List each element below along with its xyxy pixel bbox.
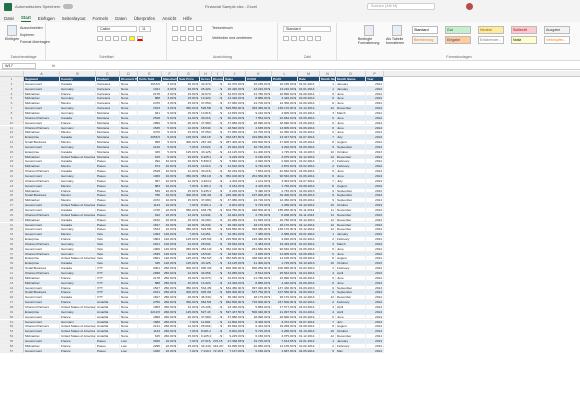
border-icon[interactable] <box>121 36 127 41</box>
number-group-label: Zahl <box>304 55 311 59</box>
table-cell[interactable]: France <box>60 348 96 354</box>
user-avatar[interactable] <box>466 3 473 10</box>
underline-icon[interactable] <box>113 36 119 41</box>
table-cell[interactable]: 72,10 $ <box>212 348 224 354</box>
table-cell[interactable]: 7,00 $ <box>178 348 200 354</box>
decrease-decimal-icon[interactable] <box>315 36 321 41</box>
alignment-buttons-top <box>172 26 202 31</box>
clipboard-group-label: Zwischenablage <box>10 55 37 59</box>
row-number[interactable]: 57 <box>0 348 24 354</box>
function-icon[interactable]: fx <box>52 63 55 68</box>
tab-start[interactable]: Start <box>21 15 31 22</box>
table-cell[interactable]: Government <box>24 348 60 354</box>
orientation-icon[interactable] <box>196 26 202 31</box>
number-buttons <box>283 36 321 41</box>
align-left-icon[interactable] <box>172 36 178 41</box>
number-group: Standard Zahl <box>279 23 337 60</box>
indent-icon[interactable] <box>196 36 202 41</box>
format-as-table-button[interactable]: Als Tabelle formatieren <box>386 25 408 45</box>
align-bottom-icon[interactable] <box>188 26 194 31</box>
copy-button[interactable]: Kopieren <box>20 33 34 37</box>
font-group: Calibri 11 Schriftart <box>47 23 167 60</box>
worksheet-grid: 1SegmentCountryProductDiscount BandUnits… <box>0 77 580 409</box>
table-cell[interactable]: 2014 <box>366 348 384 354</box>
title-bar: Automatisches Speichern Financial Sample… <box>0 0 580 13</box>
conditional-format-icon <box>364 25 374 36</box>
search-input[interactable]: Suchen (Alt+M) <box>367 3 435 10</box>
cell-style-9[interactable]: Verknüpfte... <box>544 36 570 44</box>
format-as-table-label: Als Tabelle formatieren <box>386 37 405 45</box>
table-cell[interactable]: 7.210,00 $ <box>200 348 212 354</box>
alignment-buttons-bottom <box>172 36 202 41</box>
table-cell[interactable]: 10,00 $ <box>162 348 178 354</box>
bold-icon[interactable] <box>97 36 103 41</box>
ribbon-tabs: Datei Start Einfügen Seitenlayout Formeln Dat… <box>0 13 580 22</box>
window-title: Financial Sample.xlsx - Excel <box>205 4 258 9</box>
align-right-icon[interactable] <box>188 36 194 41</box>
percent-icon[interactable] <box>291 36 297 41</box>
wrap-text-button[interactable]: Textumbruch <box>212 26 233 30</box>
table-row: 57 Government France Paseo Low 1030 10,00 $7,0… <box>0 348 580 354</box>
cell-style-0[interactable]: Standard <box>412 26 438 34</box>
autosave-toggle[interactable] <box>63 4 74 9</box>
table-cell[interactable]: 5 <box>320 348 336 354</box>
alignment-group: Textumbruch Verbinden und zentrieren Aus… <box>168 23 278 60</box>
styles-group-label: Formatvorlagen <box>446 55 472 59</box>
paste-button[interactable]: Einfügen <box>5 25 19 41</box>
font-name-select[interactable]: Calibri <box>97 26 137 32</box>
font-color-icon[interactable] <box>137 36 143 41</box>
conditional-format-label: Bedingte Formatierung <box>358 37 380 45</box>
styles-group: Bedingte Formatierung Als Tabelle format… <box>338 23 580 60</box>
quick-access: Automatisches Speichern <box>0 2 170 11</box>
cell-style-8[interactable]: Notiz <box>511 36 537 44</box>
table-cell[interactable]: Paseo <box>96 348 120 354</box>
table-cell[interactable]: 5.150,00 $ <box>246 348 272 354</box>
cell-style-1[interactable]: Gut <box>445 26 471 34</box>
thousands-icon[interactable] <box>299 36 305 41</box>
table-cell[interactable]: 7.137,90 $ <box>224 348 246 354</box>
clipboard-icon <box>7 25 18 36</box>
formula-bar: W17 fx <box>0 62 580 70</box>
format-painter-button[interactable]: Format übertragen <box>20 40 50 44</box>
cut-button[interactable]: Ausschneiden <box>20 26 43 30</box>
cell-style-4[interactable]: Ausgabe <box>544 26 570 34</box>
font-format-buttons <box>97 36 143 41</box>
fill-color-icon[interactable] <box>129 36 135 41</box>
table-icon <box>392 25 402 36</box>
number-format-select[interactable]: Standard <box>283 26 331 32</box>
increase-decimal-icon[interactable] <box>307 36 313 41</box>
paste-label: Einfügen <box>5 37 20 41</box>
name-box[interactable]: W17 <box>2 63 36 69</box>
cell-style-3[interactable]: Schlecht <box>511 26 537 34</box>
align-center-icon[interactable] <box>180 36 186 41</box>
align-middle-icon[interactable] <box>180 26 186 31</box>
merge-center-button[interactable]: Verbinden und zentrieren <box>212 36 252 40</box>
align-top-icon[interactable] <box>172 26 178 31</box>
font-size-select[interactable]: 11 <box>139 26 151 32</box>
table-cell[interactable]: 1.987,90 $ <box>272 348 298 354</box>
cell-style-5[interactable]: Berechnung <box>412 36 438 44</box>
table-cell[interactable]: Low <box>120 348 138 354</box>
font-group-label: Schriftart <box>99 55 114 59</box>
cell-style-2[interactable]: Neutral <box>478 26 504 34</box>
conditional-format-button[interactable]: Bedingte Formatierung <box>358 25 380 45</box>
clipboard-group: Einfügen Ausschneiden Kopieren Format üb… <box>2 23 50 60</box>
currency-icon[interactable] <box>283 36 289 41</box>
excel-logo-icon <box>4 2 12 11</box>
cell-style-7[interactable]: Erklärender... <box>478 36 504 44</box>
italic-icon[interactable] <box>105 36 111 41</box>
cell-style-6[interactable]: Eingabe <box>445 36 471 44</box>
alignment-group-label: Ausrichtung <box>213 55 232 59</box>
autosave-label: Automatisches Speichern <box>15 4 61 9</box>
ribbon: Einfügen Ausschneiden Kopieren Format üb… <box>0 22 580 61</box>
table-cell[interactable]: 1030 <box>138 348 162 354</box>
table-cell[interactable]: 01.05.2014 <box>298 348 320 354</box>
table-cell[interactable]: May <box>336 348 366 354</box>
